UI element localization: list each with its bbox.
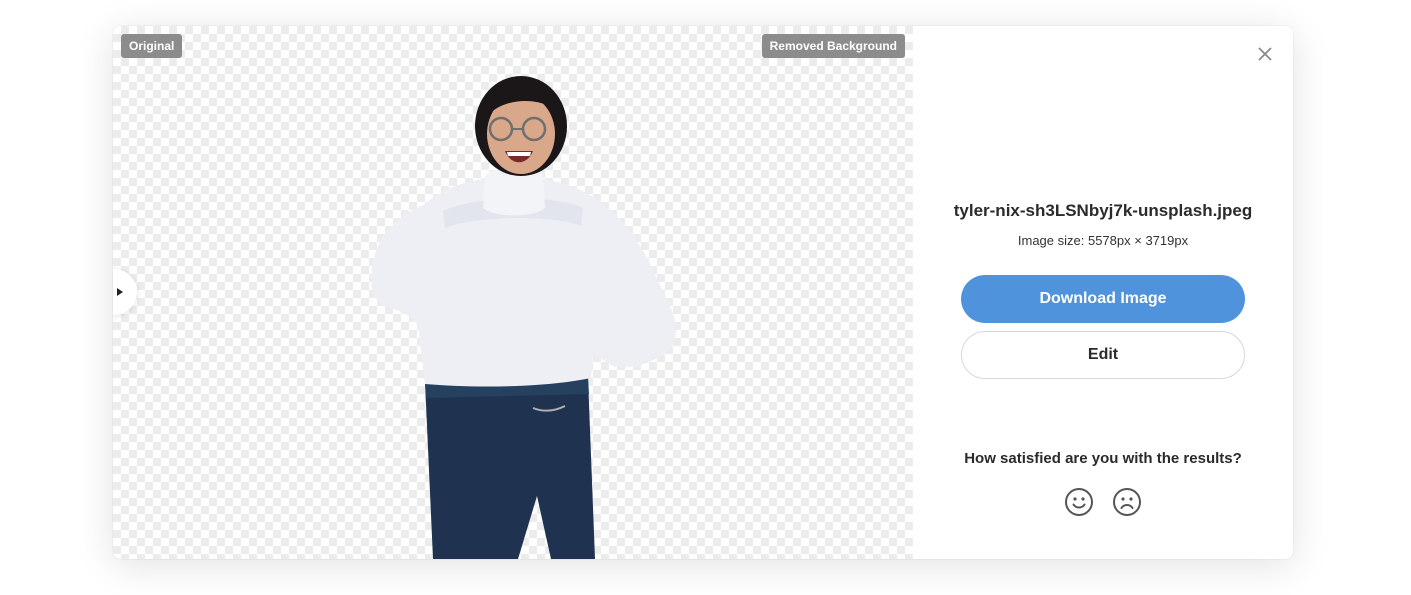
image-size: Image size: 5578px × 3719px [1017, 233, 1189, 248]
smiley-happy-icon[interactable] [1064, 487, 1094, 517]
result-panel: tyler-nix-sh3LSNbyj7k-unsplash.jpeg Imag… [913, 26, 1293, 559]
close-icon[interactable] [1257, 46, 1273, 62]
play-arrow-icon [117, 288, 123, 296]
satisfaction-question: How satisfied are you with the results? [964, 450, 1242, 467]
image-preview[interactable]: Original Removed Background [113, 26, 913, 559]
result-modal: Original Removed Background tyler-nix-sh… [113, 26, 1293, 559]
removed-background-tag: Removed Background [761, 34, 905, 58]
smiley-sad-icon[interactable] [1112, 487, 1142, 517]
subject-image [371, 76, 677, 559]
rating-faces [913, 487, 1293, 517]
original-tag: Original [121, 34, 183, 58]
edit-button[interactable]: Edit [961, 331, 1245, 379]
file-name: tyler-nix-sh3LSNbyj7k-unsplash.jpeg [953, 201, 1253, 220]
download-image-button[interactable]: Download Image [961, 275, 1245, 323]
